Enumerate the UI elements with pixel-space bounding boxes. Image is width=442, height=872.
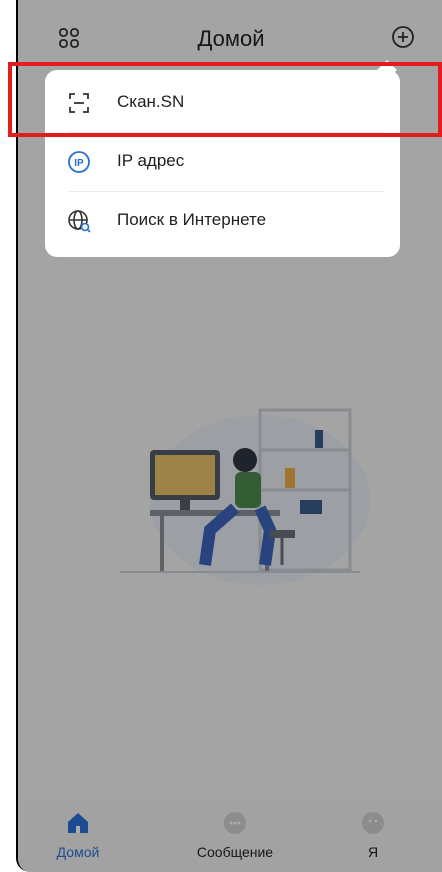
highlight-box <box>8 62 442 137</box>
menu-item-internet-search[interactable]: Поиск в Интернете <box>45 192 400 250</box>
menu-item-label: Поиск в Интернете <box>117 210 267 229</box>
svg-text:IP: IP <box>74 158 84 169</box>
menu-item-ip-address[interactable]: IP IP адрес <box>45 133 400 191</box>
ip-address-icon: IP <box>68 151 90 173</box>
menu-item-label: IP адрес <box>117 151 185 170</box>
globe-search-icon <box>68 210 91 233</box>
